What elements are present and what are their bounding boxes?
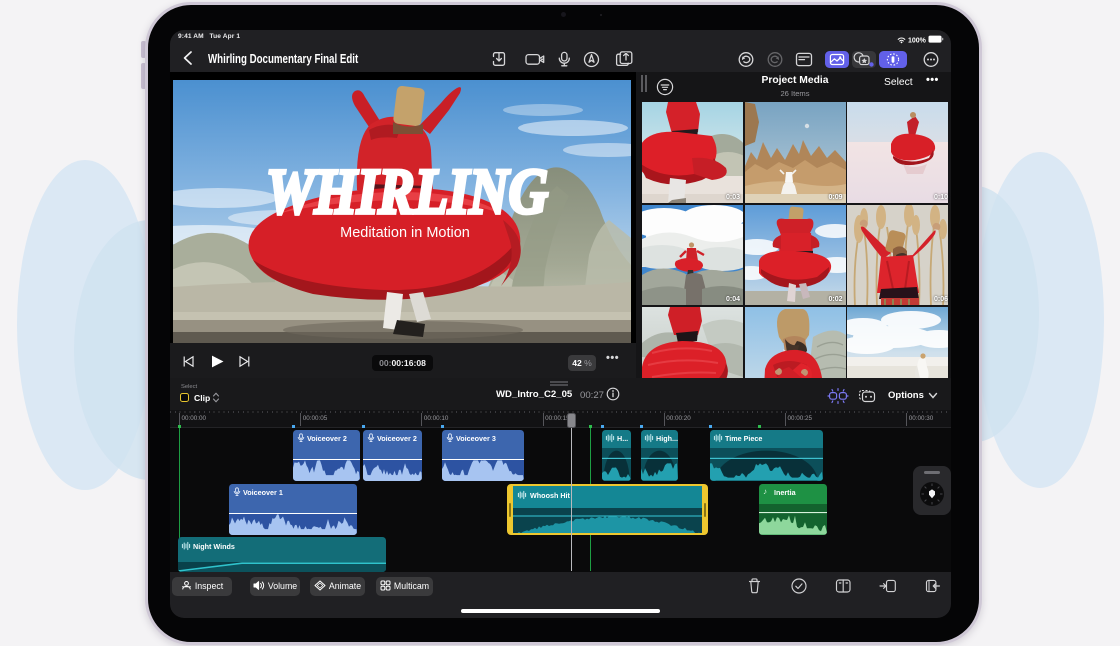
svg-text:WHIRLING: WHIRLING (266, 156, 548, 228)
svg-text:100%: 100% (908, 37, 927, 44)
svg-text:Meditation in Motion: Meditation in Motion (340, 225, 470, 241)
